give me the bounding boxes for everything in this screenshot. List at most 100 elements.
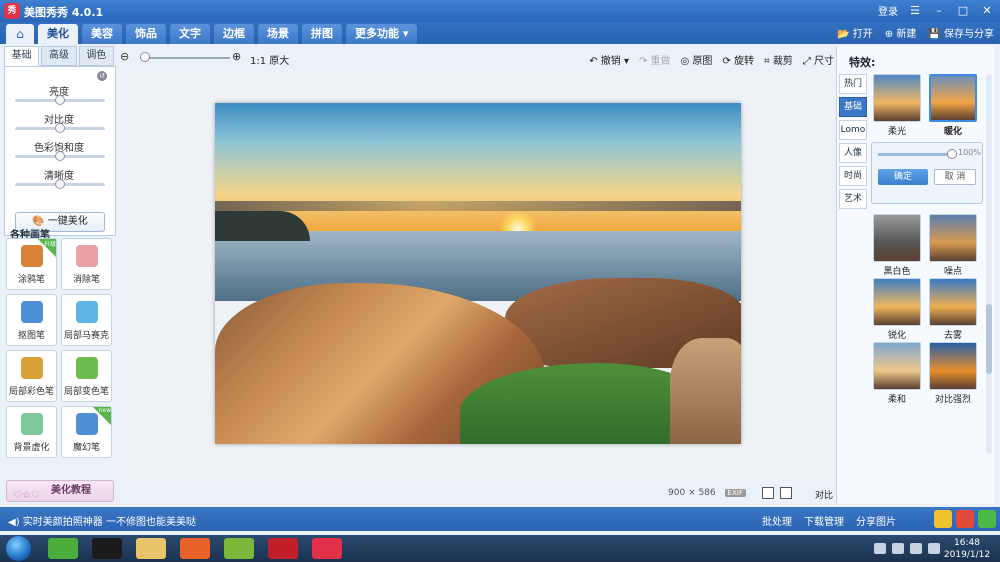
- image-size-info: 900 × 586 EXIF: [668, 488, 746, 498]
- resize-button[interactable]: ⤢ 尺寸: [803, 52, 834, 67]
- adjust-slider-knob[interactable]: [55, 95, 65, 105]
- open-button[interactable]: 📂 打开: [837, 25, 873, 40]
- nav-tab-7[interactable]: 更多功能 ▾: [346, 24, 418, 44]
- nav-tab-4[interactable]: 边框: [214, 24, 254, 44]
- confirm-effect-button[interactable]: 确定: [878, 169, 928, 185]
- adjust-slider-knob[interactable]: [55, 151, 65, 161]
- ime-icon[interactable]: [928, 543, 940, 554]
- zoom-out-icon[interactable]: ⊖: [120, 51, 132, 63]
- redo-button[interactable]: ↷ 重做: [639, 52, 671, 67]
- effects-scroll-thumb[interactable]: [986, 304, 992, 374]
- reset-icon[interactable]: ↺: [97, 71, 107, 81]
- brush-item[interactable]: 消除笔: [61, 238, 112, 290]
- status-icons: [934, 510, 996, 528]
- add-icon[interactable]: [978, 510, 996, 528]
- effect-item[interactable]: 黑白色: [873, 214, 921, 277]
- effect-category-4[interactable]: 时尚: [839, 166, 867, 186]
- rotate-button[interactable]: ⟳ 旋转: [722, 52, 754, 67]
- brush-item[interactable]: 抠图笔: [6, 294, 57, 346]
- favorite-icon[interactable]: [934, 510, 952, 528]
- zoom-slider[interactable]: [140, 57, 230, 59]
- adjust-tab-0[interactable]: 基础: [4, 46, 40, 66]
- share-image-button[interactable]: 分享图片: [856, 513, 896, 528]
- effects-scrollbar[interactable]: [986, 74, 992, 454]
- adjust-tab-2[interactable]: 调色: [78, 46, 114, 66]
- zoom-actual-size[interactable]: 1:1 原大: [250, 52, 289, 67]
- download-manager-button[interactable]: 下载管理: [804, 513, 844, 528]
- exif-badge[interactable]: EXIF: [724, 489, 746, 497]
- system-clock[interactable]: 16:48 2019/1/12: [940, 537, 994, 561]
- compare-label[interactable]: 对比: [815, 488, 833, 501]
- nav-tab-2[interactable]: 饰品: [126, 24, 166, 44]
- original-button[interactable]: ◎ 原图: [681, 52, 713, 67]
- meitu-icon[interactable]: [312, 538, 342, 559]
- 360-browser-icon[interactable]: [48, 538, 78, 559]
- network-icon[interactable]: [892, 543, 904, 554]
- file-explorer-icon[interactable]: [136, 538, 166, 559]
- home-icon[interactable]: ⌂: [6, 24, 34, 44]
- brush-item[interactable]: 背景虚化: [6, 406, 57, 458]
- status-actions: 批处理 下载管理 分享图片: [762, 513, 896, 528]
- effect-category-3[interactable]: 人像: [839, 143, 867, 163]
- weibo-icon[interactable]: [956, 510, 974, 528]
- intensity-slider[interactable]: [878, 149, 957, 159]
- effect-item[interactable]: 暖化: [929, 74, 977, 137]
- batch-process-button[interactable]: 批处理: [762, 513, 792, 528]
- effect-category-2[interactable]: Lomo: [839, 120, 867, 140]
- edit-tools: ↶ 撤销 ▾ ↷ 重做 ◎ 原图 ⟳ 旋转 ⌗ 裁剪 ⤢ 尺寸: [589, 52, 834, 67]
- start-button[interactable]: [6, 536, 31, 561]
- minimize-icon[interactable]: –: [932, 4, 946, 18]
- adjust-slider-knob[interactable]: [55, 123, 65, 133]
- cancel-effect-button[interactable]: 取 消: [934, 169, 976, 185]
- intensity-slider-knob[interactable]: [947, 149, 957, 159]
- effect-item[interactable]: 对比强烈: [929, 342, 977, 405]
- brush-item[interactable]: 升级 涂鸦笔: [6, 238, 57, 290]
- login-link[interactable]: 登录: [878, 3, 898, 18]
- effects-panel: 特效: 热门 基础 Lomo 人像 时尚 艺术 柔光 暖化 黑白色 噪点 锐化 去雾 柔和 对比强烈 1…: [836, 46, 994, 504]
- adjust-slider[interactable]: [15, 151, 105, 161]
- nav-tab-1[interactable]: 美容: [82, 24, 122, 44]
- adjust-tab-1[interactable]: 高级: [41, 46, 77, 66]
- effect-item[interactable]: 柔和: [873, 342, 921, 405]
- effect-category-1[interactable]: 基础: [839, 97, 867, 117]
- zoom-slider-knob[interactable]: [140, 52, 150, 62]
- status-tip[interactable]: ◀) 实时美颜拍照神器 一不修图也能美美哒: [8, 513, 196, 528]
- firefox-icon[interactable]: [180, 538, 210, 559]
- menu-icon[interactable]: ☰: [908, 4, 922, 18]
- volume-icon[interactable]: [910, 543, 922, 554]
- brush-icon: [76, 301, 98, 323]
- effect-category-5[interactable]: 艺术: [839, 189, 867, 209]
- tutorial-button[interactable]: ♡☆♡ 美化教程: [6, 480, 114, 502]
- nav-tab-5[interactable]: 场景: [258, 24, 298, 44]
- brush-item[interactable]: new 魔幻笔: [61, 406, 112, 458]
- brush-item[interactable]: 局部马赛克: [61, 294, 112, 346]
- brush-item[interactable]: 局部变色笔: [61, 350, 112, 402]
- keyboard-icon[interactable]: [874, 543, 886, 554]
- nav-tab-3[interactable]: 文字: [170, 24, 210, 44]
- crop-button[interactable]: ⌗ 裁剪: [764, 52, 793, 67]
- effect-category-0[interactable]: 热门: [839, 74, 867, 94]
- media-player-icon[interactable]: [224, 538, 254, 559]
- zoom-in-icon[interactable]: ⊕: [232, 51, 244, 63]
- compare-view-icon[interactable]: [762, 487, 774, 499]
- effect-item[interactable]: 锐化: [873, 278, 921, 341]
- record-icon[interactable]: [268, 538, 298, 559]
- save-share-button[interactable]: 💾 保存与分享: [928, 25, 994, 40]
- qq-icon[interactable]: [92, 538, 122, 559]
- nav-tab-6[interactable]: 拼图: [302, 24, 342, 44]
- nav-tab-0[interactable]: 美化: [38, 24, 78, 44]
- undo-button[interactable]: ↶ 撤销 ▾: [589, 52, 629, 67]
- brush-item[interactable]: 局部彩色笔: [6, 350, 57, 402]
- adjust-slider[interactable]: [15, 179, 105, 189]
- adjust-slider[interactable]: [15, 123, 105, 133]
- effect-item[interactable]: 噪点: [929, 214, 977, 277]
- new-button[interactable]: ⊕ 新建: [885, 25, 917, 40]
- edited-photo[interactable]: [215, 103, 741, 444]
- maximize-icon[interactable]: □: [956, 4, 970, 18]
- close-icon[interactable]: ✕: [980, 4, 994, 18]
- effect-item[interactable]: 去雾: [929, 278, 977, 341]
- split-view-icon[interactable]: [780, 487, 792, 499]
- adjust-slider-knob[interactable]: [55, 179, 65, 189]
- effect-item[interactable]: 柔光: [873, 74, 921, 137]
- adjust-slider[interactable]: [15, 95, 105, 105]
